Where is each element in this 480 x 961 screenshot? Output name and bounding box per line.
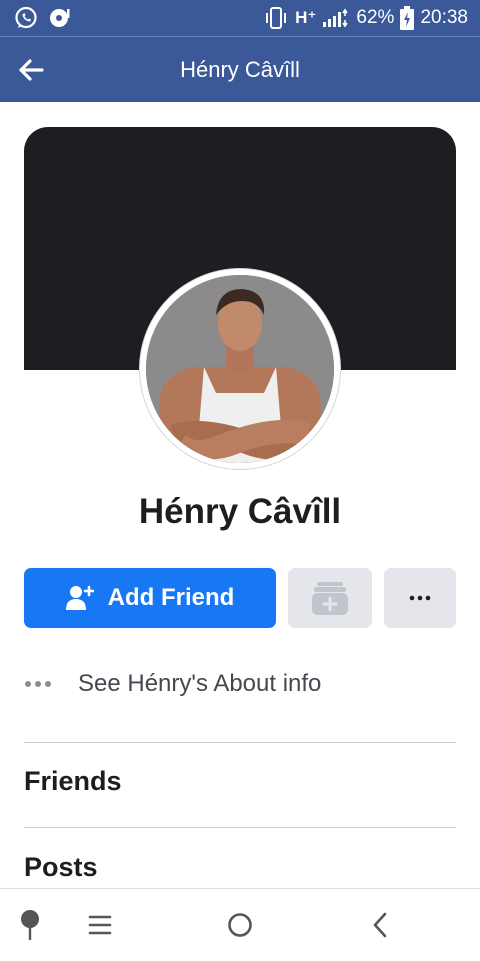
pin-button[interactable]	[0, 889, 60, 961]
page-title: Hénry Câvîll	[180, 57, 300, 82]
battery-percent: 62%	[356, 7, 395, 28]
divider	[24, 742, 456, 743]
archive-add-icon	[312, 582, 348, 615]
network-type: H⁺	[295, 8, 317, 27]
back-icon	[373, 912, 387, 938]
vibrate-icon	[263, 7, 289, 29]
pin-icon	[21, 910, 39, 940]
more-horizontal-icon	[409, 595, 431, 601]
about-info-label: See Hénry's About info	[78, 670, 322, 697]
home-icon	[228, 913, 252, 937]
about-info-link[interactable]: See Hénry's About info	[24, 662, 456, 706]
add-friend-label: Add Friend	[107, 584, 235, 611]
clock: 20:38	[420, 7, 468, 28]
friends-section-title[interactable]: Friends	[24, 766, 122, 797]
add-person-icon	[65, 585, 94, 610]
nav-back-button[interactable]	[350, 889, 410, 961]
save-button[interactable]	[288, 568, 372, 628]
add-friend-button[interactable]: Add Friend	[24, 568, 276, 628]
signal-icon	[322, 8, 350, 28]
whatsapp-icon	[14, 6, 38, 30]
more-options-button[interactable]	[384, 568, 456, 628]
status-left	[14, 6, 72, 30]
menu-button[interactable]	[70, 889, 130, 961]
battery-charging-icon	[400, 6, 415, 30]
about-dots-icon	[24, 680, 78, 688]
status-bar: H⁺ 62% 20:38	[0, 0, 480, 36]
menu-icon	[88, 915, 112, 935]
profile-name: Hénry Câvîll	[138, 492, 342, 531]
profile-picture[interactable]	[146, 275, 334, 463]
system-nav-bar	[0, 888, 480, 961]
posts-section-title[interactable]: Posts	[24, 852, 98, 883]
home-button[interactable]	[210, 889, 270, 961]
music-notification-icon	[48, 6, 72, 30]
status-right: H⁺ 62% 20:38	[263, 6, 468, 30]
profile-photo-illustration	[146, 275, 334, 463]
app-bar: Hénry Câvîll	[0, 36, 480, 102]
divider	[24, 827, 456, 828]
